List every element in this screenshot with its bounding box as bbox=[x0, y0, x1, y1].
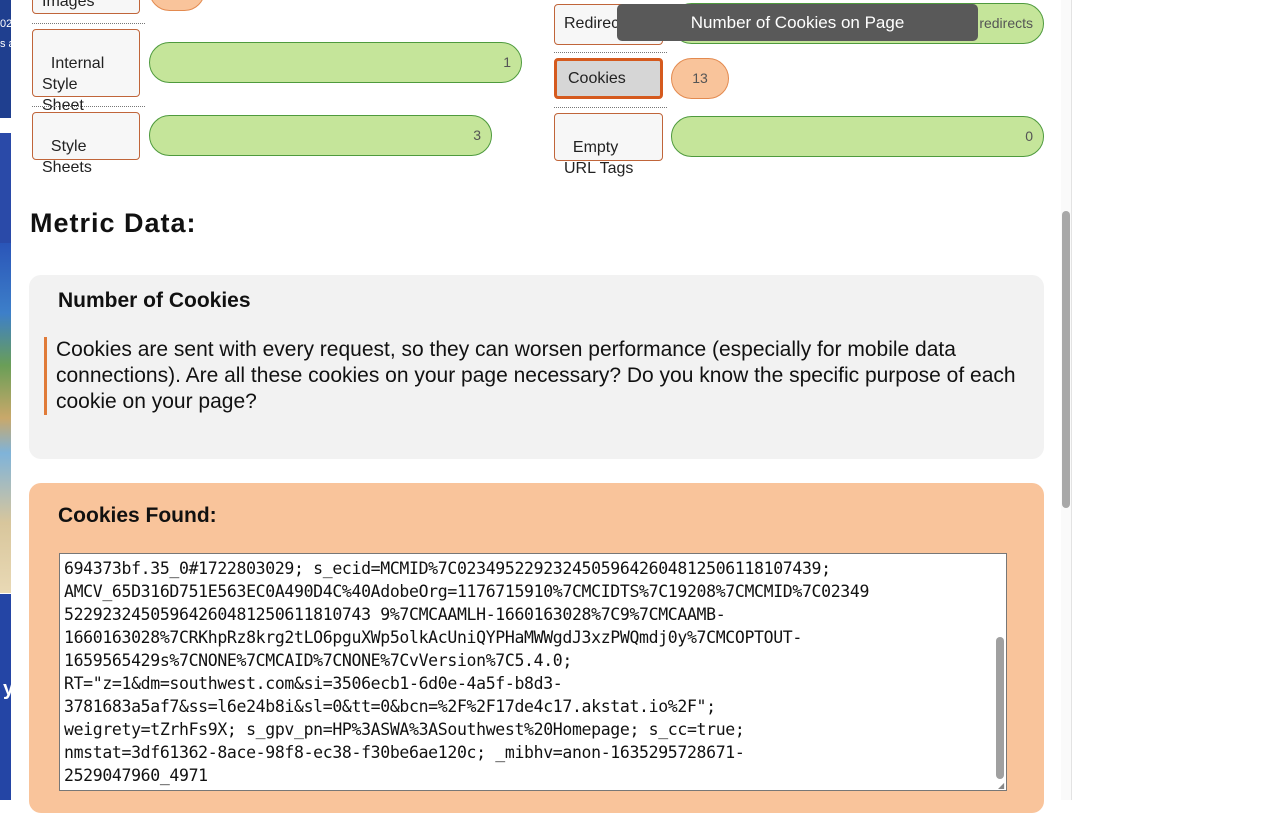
background-footer-text: y bbox=[3, 678, 11, 700]
background-header-text: 02 s a bbox=[0, 18, 11, 50]
metric-label-internal-style-sheet[interactable]: Internal Style Sheet bbox=[32, 29, 140, 114]
metric-bar-value: 3 bbox=[473, 127, 481, 143]
panel-edge bbox=[1071, 0, 1072, 800]
row-divider bbox=[554, 52, 667, 53]
background-photo bbox=[0, 243, 11, 593]
metric-bar-empty-url-tags: 0 bbox=[671, 116, 1044, 157]
metric-label-text: Style Sheets bbox=[42, 138, 92, 176]
metric-data-title: Metric Data: bbox=[30, 208, 197, 238]
metric-bar-value: 1 bbox=[503, 54, 511, 70]
cookies-tooltip: Number of Cookies on Page bbox=[617, 4, 978, 41]
panel-scrollbar-thumb[interactable] bbox=[1062, 211, 1070, 508]
metric-label-text: Empty URL Tags bbox=[564, 139, 634, 177]
textarea-scrollbar[interactable] bbox=[996, 637, 1004, 779]
resize-handle-icon[interactable]: ◢ bbox=[998, 782, 1005, 790]
metric-bar-images bbox=[149, 0, 205, 11]
metric-bar-value: 13 bbox=[692, 70, 708, 86]
metric-label-text: Images bbox=[42, 0, 95, 10]
metric-bar-value: 0 bbox=[1025, 128, 1033, 144]
cookies-text: 694373bf.35_0#1722803029; s_ecid=MCMID%7… bbox=[64, 559, 870, 785]
row-divider bbox=[32, 23, 145, 24]
background-page: 02 s a y bbox=[0, 0, 11, 800]
background-header: 02 s a bbox=[0, 0, 11, 118]
metric-bar-internal-style-sheet: 1 bbox=[149, 42, 522, 83]
cookies-textarea[interactable]: 694373bf.35_0#1722803029; s_ecid=MCMID%7… bbox=[59, 553, 1007, 791]
cookies-found-title: Cookies Found: bbox=[58, 504, 217, 527]
metric-label-images[interactable]: Images bbox=[32, 0, 140, 14]
cookies-found-card: Cookies Found: 694373bf.35_0#1722803029;… bbox=[29, 483, 1044, 813]
metric-info-card: Number of Cookies Cookies are sent with … bbox=[29, 275, 1044, 459]
metric-label-cookies[interactable]: Cookies bbox=[554, 58, 663, 99]
metric-bar-style-sheets: 3 bbox=[149, 115, 492, 156]
metric-bar-cookies: 13 bbox=[671, 58, 729, 99]
row-divider bbox=[554, 107, 667, 108]
metric-label-empty-url-tags[interactable]: Empty URL Tags bbox=[554, 113, 663, 177]
metric-label-text: Cookies bbox=[568, 70, 626, 87]
row-divider bbox=[32, 106, 145, 107]
background-banner bbox=[0, 133, 11, 243]
metric-info-description: Cookies are sent with every request, so … bbox=[44, 337, 1046, 415]
metric-info-title: Number of Cookies bbox=[58, 289, 251, 312]
metric-bar-value: redirects bbox=[979, 15, 1033, 31]
metric-label-style-sheets[interactable]: Style Sheets bbox=[32, 112, 140, 176]
